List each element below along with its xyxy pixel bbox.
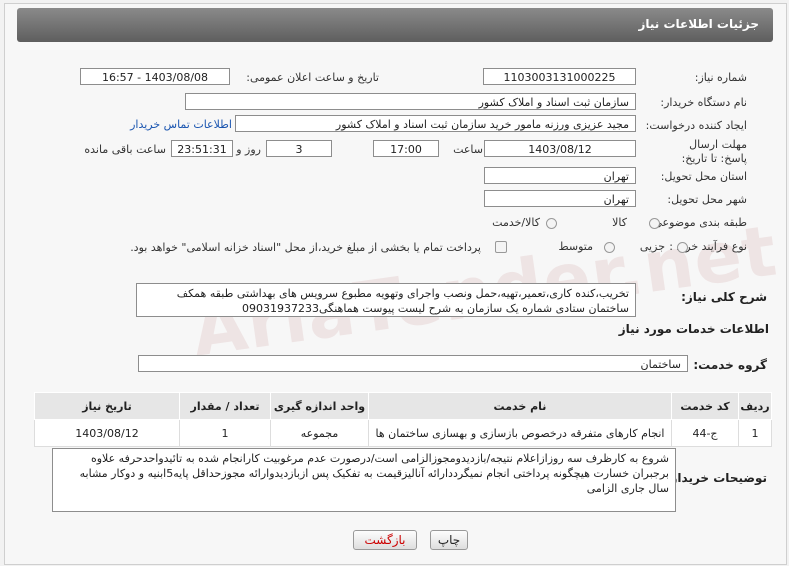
buyer-org-label: نام دستگاه خریدار: <box>660 96 747 109</box>
category-goods-label: کالا <box>612 216 627 229</box>
need-number-field: 1103003131000225 <box>483 68 636 85</box>
deadline-time-label: ساعت <box>453 143 483 156</box>
col-row-number: ردیف <box>738 392 772 420</box>
days-field: 3 <box>266 140 332 157</box>
summary-text: تخریب،کنده کاری،تعمیر،تهیه،حمل ونصب واجر… <box>136 283 636 317</box>
creator-field: مجید عزیزی ورزنه مامور خرید سازمان ثبت ا… <box>235 115 636 132</box>
col-service-code: کد خدمت <box>671 392 739 420</box>
process-minor-radio[interactable] <box>677 242 688 253</box>
announce-label: تاریخ و ساعت اعلان عمومی: <box>246 71 379 84</box>
deadline-label: مهلت ارسال پاسخ: تا تاریخ: <box>681 138 747 165</box>
cell-service-code: ج-44 <box>671 419 739 447</box>
treasury-payment-note: پرداخت تمام یا بخشی از مبلغ خرید،از محل … <box>130 241 481 254</box>
page-title: جزئیات اطلاعات نیاز <box>638 17 759 31</box>
cell-service-name: انجام کارهای متفرقه درخصوص بازسازی و بهس… <box>368 419 672 447</box>
buyer-notes-label: توضیحات خریدار: <box>665 471 767 485</box>
category-service-radio[interactable] <box>546 218 557 229</box>
category-label: طبقه بندی موضوعی: <box>649 216 747 229</box>
col-service-name: نام خدمت <box>368 392 672 420</box>
col-need-date: تاریخ نیاز <box>34 392 180 420</box>
cell-quantity: 1 <box>179 419 271 447</box>
city-label: شهر محل تحویل: <box>667 193 747 206</box>
col-quantity: تعداد / مقدار <box>179 392 271 420</box>
services-table: ردیف کد خدمت نام خدمت واحد اندازه گیری ت… <box>34 392 772 447</box>
col-unit: واحد اندازه گیری <box>270 392 369 420</box>
remaining-time-field: 23:51:31 <box>171 140 233 157</box>
service-group-field: ساختمان <box>138 355 688 372</box>
category-service-label: کالا/خدمت <box>492 216 540 229</box>
announce-field: 1403/08/08 - 16:57 <box>80 68 230 85</box>
deadline-time-field[interactable]: 17:00 <box>373 140 439 157</box>
back-button[interactable]: بازگشت <box>353 530 417 550</box>
days-label: روز و <box>236 143 261 156</box>
table-header-row: ردیف کد خدمت نام خدمت واحد اندازه گیری ت… <box>34 392 772 420</box>
deadline-date-field[interactable]: 1403/08/12 <box>484 140 636 157</box>
province-label: استان محل تحویل: <box>660 170 747 183</box>
creator-label: ایجاد کننده درخواست: <box>645 119 747 132</box>
summary-label: شرح کلی نیاز: <box>681 290 767 304</box>
cell-row-number: 1 <box>738 419 772 447</box>
service-group-label: گروه خدمت: <box>693 358 767 372</box>
category-goods-radio[interactable] <box>649 218 660 229</box>
page-header: جزئیات اطلاعات نیاز <box>17 8 773 42</box>
buyer-org-field: سازمان ثبت اسناد و املاک کشور <box>185 93 636 110</box>
need-number-label: شماره نیاز: <box>694 71 747 84</box>
process-medium-radio[interactable] <box>604 242 615 253</box>
process-minor-label: جزیی <box>639 240 665 253</box>
province-field: تهران <box>484 167 636 184</box>
table-row: 1 ج-44 انجام کارهای متفرقه درخصوص بازساز… <box>34 419 772 447</box>
services-section-title: اطلاعات خدمات مورد نیاز <box>618 322 769 336</box>
process-medium-label: متوسط <box>558 240 593 253</box>
buyer-notes-text: شروع به کارظرف سه روزازاعلام نتیجه/بازدی… <box>52 448 676 512</box>
print-button[interactable]: چاپ <box>430 530 468 550</box>
cell-unit: مجموعه <box>270 419 369 447</box>
treasury-payment-checkbox[interactable] <box>495 241 507 253</box>
city-field: تهران <box>484 190 636 207</box>
remaining-time-label: ساعت باقی مانده <box>84 143 166 156</box>
cell-need-date: 1403/08/12 <box>34 419 180 447</box>
buyer-contact-link[interactable]: اطلاعات تماس خریدار <box>130 118 232 131</box>
